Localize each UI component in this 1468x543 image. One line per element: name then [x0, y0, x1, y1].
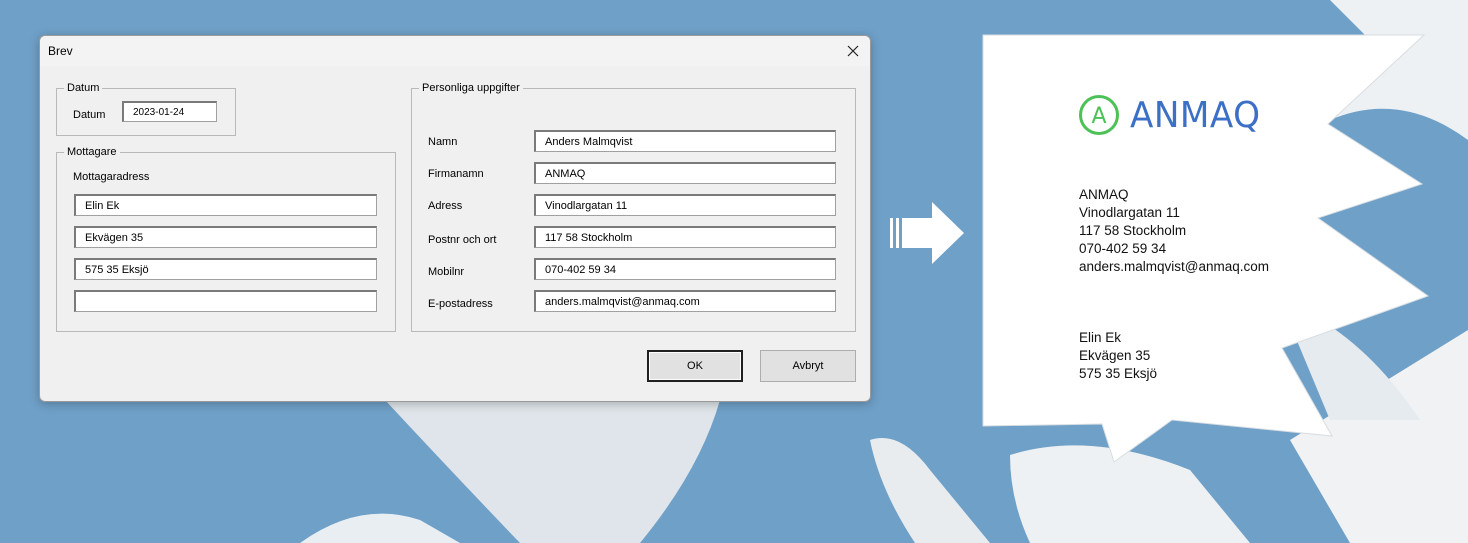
sender-line-3: 117 58 Stockholm: [1079, 223, 1187, 238]
close-icon: [847, 45, 859, 57]
e-postadress-input[interactable]: [534, 290, 836, 312]
dialog-title: Brev: [48, 44, 73, 58]
mobilnr-input[interactable]: [534, 258, 836, 280]
logo-text: ANMAQ: [1130, 94, 1261, 136]
personliga-uppgifter-legend: Personliga uppgifter: [422, 82, 520, 94]
mottagare-line-2-input[interactable]: [74, 226, 377, 248]
sender-line-5: anders.malmqvist@anmaq.com: [1079, 259, 1270, 274]
close-button[interactable]: [836, 36, 870, 66]
mottagare-group-legend: Mottagare: [67, 146, 117, 158]
postnr-och-ort-input[interactable]: [534, 226, 836, 248]
ok-button[interactable]: OK: [647, 350, 743, 382]
right-arrow-icon: [890, 202, 964, 264]
sender-line-2: Vinodlargatan 11: [1079, 205, 1180, 220]
cancel-button[interactable]: Avbryt: [760, 350, 856, 382]
adress-label: Adress: [428, 200, 463, 212]
sender-line-4: 070-402 59 34: [1079, 241, 1167, 256]
datum-group-legend: Datum: [67, 82, 100, 94]
anmaq-logo: A ANMAQ: [1078, 94, 1267, 136]
mobilnr-label: Mobilnr: [428, 266, 465, 278]
logo-a-circle-icon: A: [1079, 95, 1119, 135]
postnr-och-ort-label: Postnr och ort: [428, 234, 497, 246]
datum-label: Datum: [73, 109, 106, 121]
e-postadress-label: E-postadress: [428, 298, 493, 310]
mottagare-line-4-input[interactable]: [74, 290, 377, 312]
mottagare-line-3-input[interactable]: [74, 258, 377, 280]
logo-letter: A: [1091, 104, 1106, 129]
firmanamn-label: Firmanamn: [428, 168, 484, 180]
namn-input[interactable]: [534, 130, 836, 152]
datum-input[interactable]: [122, 101, 217, 122]
recipient-line-2: Ekvägen 35: [1079, 348, 1151, 363]
mottagaradress-label: Mottagaradress: [73, 171, 150, 183]
sender-line-1: ANMAQ: [1079, 187, 1129, 202]
recipient-line-1: Elin Ek: [1079, 330, 1122, 345]
firmanamn-input[interactable]: [534, 162, 836, 184]
dialog-titlebar: Brev: [40, 36, 870, 66]
brev-dialog: Brev Datum Datum Mottagare Mottagaradres…: [39, 35, 871, 402]
adress-input[interactable]: [534, 194, 836, 216]
mottagare-line-1-input[interactable]: [74, 194, 377, 216]
recipient-line-3: 575 35 Eksjö: [1079, 366, 1158, 381]
namn-label: Namn: [428, 136, 458, 148]
